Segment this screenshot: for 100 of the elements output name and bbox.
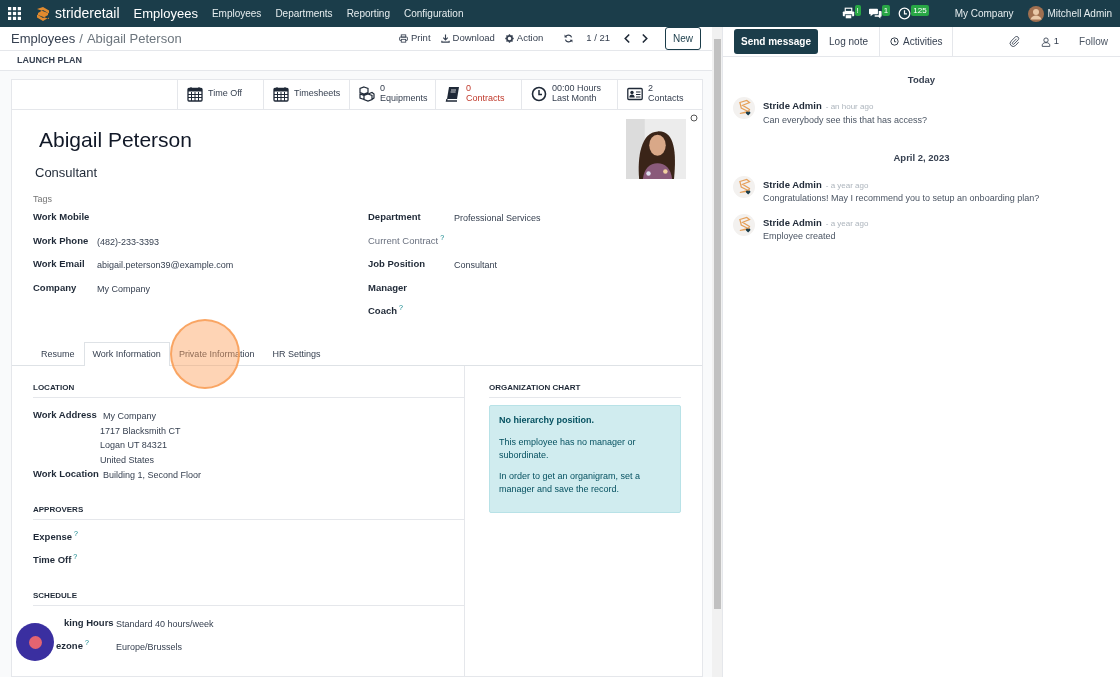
menu-item[interactable]: Configuration bbox=[404, 6, 464, 21]
alert-text: This employee has no manager or subordinate. bbox=[499, 435, 637, 462]
chat-icon[interactable] bbox=[868, 7, 882, 20]
address-line: United States bbox=[100, 453, 156, 467]
clock-icon[interactable] bbox=[898, 7, 912, 20]
field-label: Department bbox=[368, 210, 421, 224]
field-label: Time Off bbox=[33, 553, 72, 567]
field-label: Work Email bbox=[33, 257, 85, 271]
alert-heading: No hierarchy position. bbox=[499, 414, 595, 427]
field-label: Company bbox=[33, 280, 77, 295]
stat-label: Contracts bbox=[466, 94, 505, 104]
field-value: (482)-233-3393 bbox=[97, 235, 160, 249]
new-button[interactable]: New bbox=[665, 27, 701, 50]
download-icon bbox=[440, 34, 450, 43]
field-label: Job Position bbox=[368, 257, 425, 271]
field-label: Coach bbox=[368, 304, 398, 318]
address-line: 1717 Blacksmith CT bbox=[100, 424, 181, 438]
message-time: - a year ago bbox=[825, 180, 869, 190]
field-value: Professional Services bbox=[454, 212, 541, 225]
tab[interactable]: Resume bbox=[32, 341, 84, 366]
message-body: Can everybody see this that has access? bbox=[763, 113, 928, 127]
section-title: SCHEDULE bbox=[33, 590, 464, 606]
stat-value: 2 bbox=[648, 84, 654, 94]
tab[interactable]: Work Information bbox=[83, 341, 170, 366]
settings-icon bbox=[504, 34, 514, 43]
field-label: Work Mobile bbox=[33, 210, 90, 224]
avatar-icon bbox=[733, 97, 755, 120]
stat-label: Last Month bbox=[552, 94, 598, 104]
message-author: Stride Admin bbox=[763, 216, 822, 228]
calendar-icon bbox=[273, 86, 289, 102]
message-time: - an hour ago bbox=[825, 102, 874, 112]
avatar-icon bbox=[1027, 5, 1044, 22]
avatar-icon bbox=[733, 175, 755, 198]
field-value: Consultant bbox=[454, 259, 498, 272]
field-label: Manager bbox=[368, 280, 408, 295]
address-line: Building 1, Second Floor bbox=[103, 469, 202, 482]
menu-item[interactable]: Departments bbox=[275, 6, 333, 21]
stat-label: Equipments bbox=[380, 94, 428, 104]
field-label: Work Location bbox=[33, 467, 99, 481]
field-value: My Company bbox=[97, 282, 150, 296]
stat-value: 0 bbox=[380, 84, 386, 94]
field-label: Current Contract bbox=[368, 233, 439, 248]
logo-icon bbox=[35, 4, 51, 23]
field-label: Expense bbox=[33, 530, 73, 544]
activities-button[interactable]: Activities bbox=[879, 26, 954, 57]
status-indicator-icon bbox=[690, 113, 698, 122]
printer-icon[interactable] bbox=[841, 7, 855, 20]
send-message-button[interactable]: Send message bbox=[734, 29, 819, 54]
section-title: ORGANIZATION CHART bbox=[489, 382, 681, 398]
stat-label: Timesheets bbox=[294, 89, 341, 99]
breadcrumb-current: Abigail Peterson bbox=[86, 29, 182, 48]
notification-badge: 1 bbox=[881, 5, 891, 16]
record-icon bbox=[28, 635, 42, 649]
print-button[interactable]: Print bbox=[394, 31, 436, 46]
address-line: My Company bbox=[103, 410, 157, 423]
action-menu[interactable]: Action bbox=[499, 31, 549, 46]
clock-icon bbox=[531, 86, 547, 102]
contact-card-icon bbox=[627, 86, 643, 102]
date-separator: Today bbox=[906, 73, 937, 87]
section-title: LOCATION bbox=[33, 382, 464, 398]
app-title[interactable]: Employees bbox=[133, 3, 198, 24]
alert-text: In order to get an organigram, set a manager and save the record. bbox=[499, 469, 642, 496]
launch-plan-button[interactable]: LAUNCH PLAN bbox=[17, 53, 82, 67]
menu-item[interactable]: Employees bbox=[211, 6, 262, 21]
address-line: Europe/Brussels bbox=[116, 641, 183, 654]
clock-icon bbox=[890, 37, 899, 46]
book-icon bbox=[445, 86, 461, 102]
message-body: Congratulations! May I recommend you to setup an onboarding plan? bbox=[763, 192, 1040, 205]
address-line: Logan UT 84321 bbox=[100, 439, 168, 452]
log-note-button[interactable]: Log note bbox=[822, 29, 875, 54]
scrollbar[interactable] bbox=[712, 27, 722, 677]
company-switcher[interactable]: My Company bbox=[954, 6, 1014, 21]
next-icon bbox=[640, 34, 649, 43]
boxes-icon bbox=[359, 86, 375, 102]
job-title: Consultant bbox=[35, 164, 99, 182]
breadcrumb-separator: / bbox=[79, 29, 83, 48]
field-label: king Hours bbox=[64, 616, 114, 630]
stat-value: 0 bbox=[466, 84, 472, 94]
message-author: Stride Admin bbox=[763, 100, 822, 112]
follow-button[interactable]: Follow bbox=[1072, 29, 1115, 54]
avatar-icon bbox=[733, 213, 755, 236]
breadcrumb-link[interactable]: Employees bbox=[11, 28, 76, 49]
notification-badge: ! bbox=[854, 5, 861, 16]
user-icon bbox=[1040, 36, 1051, 47]
message-author: Stride Admin bbox=[763, 178, 822, 190]
printer-icon bbox=[399, 34, 408, 43]
paperclip-icon bbox=[1008, 36, 1020, 47]
field-label: Work Address bbox=[33, 408, 97, 422]
previous-icon bbox=[623, 34, 632, 43]
pager-value: 1 / 21 bbox=[585, 31, 611, 46]
download-button[interactable]: Download bbox=[435, 31, 500, 46]
notification-badge: 125 bbox=[911, 5, 929, 16]
user-menu[interactable]: Mitchell Admin bbox=[1047, 6, 1112, 21]
followers-button[interactable]: 1 bbox=[1035, 34, 1065, 49]
menu-item[interactable]: Reporting bbox=[346, 6, 390, 21]
tab[interactable]: HR Settings bbox=[263, 341, 330, 366]
field-value: abigail.peterson39@example.com bbox=[97, 259, 234, 272]
stat-label: Contacts bbox=[648, 94, 684, 104]
field-label: Work Phone bbox=[33, 233, 89, 248]
message-body: Employee created bbox=[763, 230, 837, 243]
